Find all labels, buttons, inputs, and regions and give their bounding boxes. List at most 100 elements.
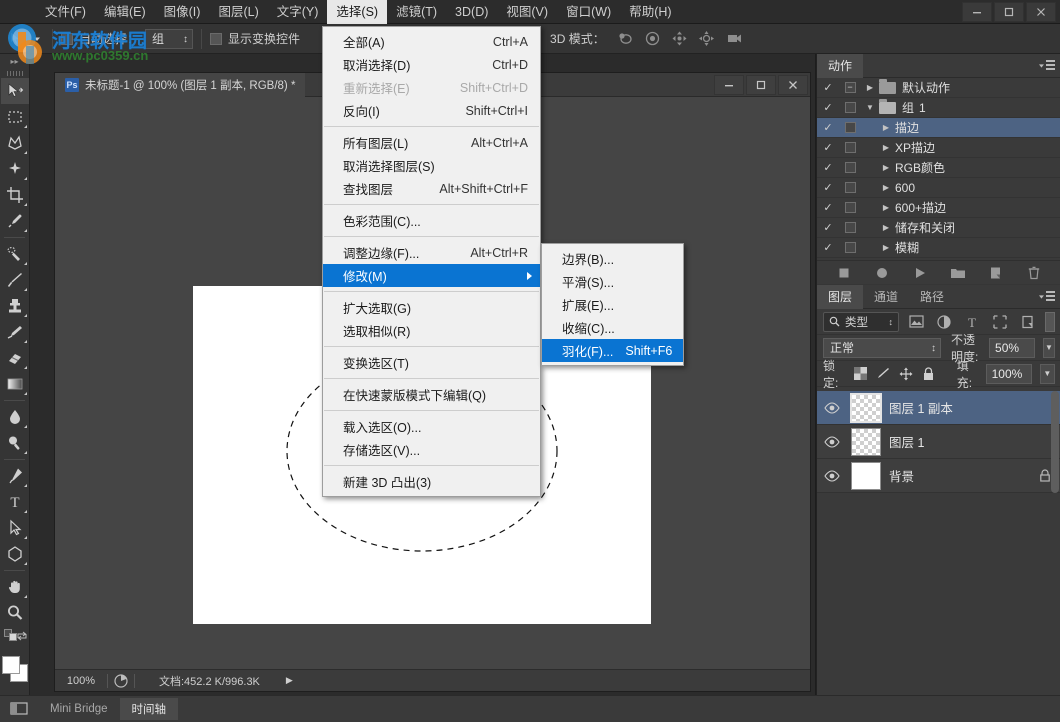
chevron-right-icon[interactable]: ▶ — [877, 163, 895, 172]
shape-filter-icon[interactable] — [989, 312, 1011, 332]
layer-row[interactable]: 图层 1 — [817, 425, 1060, 459]
modify-submenu-item[interactable]: 收缩(C)... — [542, 316, 683, 339]
eyedropper-tool[interactable] — [1, 208, 29, 234]
action-toggle-check-icon[interactable]: ✓ — [817, 141, 839, 154]
action-dialog-toggle-icon[interactable] — [839, 222, 861, 233]
chevron-right-icon[interactable]: ▶ — [877, 143, 895, 152]
select-menu-item[interactable]: 存储选区(V)... — [323, 438, 540, 461]
toolbar-drag-handle[interactable] — [0, 68, 29, 78]
fill-slider-trigger[interactable]: ▼ — [1040, 364, 1055, 384]
action-row[interactable]: ✓▶XP描边 — [817, 138, 1060, 158]
blur-tool[interactable] — [1, 404, 29, 430]
select-menu-item[interactable]: 新建 3D 凸出(3) — [323, 470, 540, 493]
document-preview-icon[interactable] — [108, 674, 134, 688]
path-selection-tool[interactable] — [1, 515, 29, 541]
opacity-value[interactable]: 50% — [989, 338, 1035, 358]
camera-3d-icon[interactable] — [723, 28, 745, 50]
eraser-tool[interactable] — [1, 345, 29, 371]
bottom-tab-1[interactable]: 时间轴 — [120, 698, 179, 720]
collapse-panel-icon[interactable]: ▸▸ — [0, 54, 29, 68]
menu-1[interactable]: 编辑(E) — [95, 0, 155, 24]
opacity-slider-trigger[interactable]: ▼ — [1043, 338, 1055, 358]
swap-colors-icon[interactable] — [0, 642, 29, 652]
select-menu-item[interactable]: 反向(I)Shift+Ctrl+I — [323, 99, 540, 122]
action-toggle-check-icon[interactable]: ✓ — [817, 181, 839, 194]
action-row[interactable]: ✓−▶默认动作 — [817, 78, 1060, 98]
layer-thumbnail[interactable] — [851, 394, 881, 422]
eye-icon[interactable] — [821, 436, 843, 448]
eye-icon[interactable] — [821, 402, 843, 414]
action-toggle-check-icon[interactable]: ✓ — [817, 81, 839, 94]
foreground-color-swatch[interactable] — [2, 656, 20, 674]
delete-icon[interactable] — [1026, 265, 1042, 281]
menu-3[interactable]: 图层(L) — [209, 0, 267, 24]
tab-0[interactable]: 图层 — [817, 285, 863, 309]
horizontal-type-tool[interactable]: T — [1, 489, 29, 515]
fill-value[interactable]: 100% — [986, 364, 1032, 384]
type-filter-icon[interactable]: T — [961, 312, 983, 332]
chevron-right-icon[interactable]: ▶ — [877, 183, 895, 192]
polygon-shape-tool[interactable] — [1, 541, 29, 567]
history-brush-tool[interactable] — [1, 319, 29, 345]
gradient-tool[interactable] — [1, 371, 29, 397]
layer-row[interactable]: 图层 1 副本 — [817, 391, 1060, 425]
pan-3d-icon[interactable] — [669, 28, 691, 50]
action-row[interactable]: ✓▶600 — [817, 178, 1060, 198]
close-button[interactable] — [1026, 2, 1056, 22]
status-expand-arrow-icon[interactable]: ▶ — [286, 675, 293, 686]
record-icon[interactable] — [874, 265, 890, 281]
pen-tool[interactable] — [1, 463, 29, 489]
action-row[interactable]: ✓▶储存和关闭 — [817, 218, 1060, 238]
maximize-button[interactable] — [994, 2, 1024, 22]
play-icon[interactable] — [912, 265, 928, 281]
rectangular-marquee-tool[interactable] — [1, 104, 29, 130]
document-tab[interactable]: Ps 未标题-1 @ 100% (图层 1 副本, RGB/8) * — [55, 73, 305, 97]
action-toggle-check-icon[interactable]: ✓ — [817, 221, 839, 234]
new-action-icon[interactable] — [988, 265, 1004, 281]
select-menu-item[interactable]: 选取相似(R) — [323, 319, 540, 342]
stop-icon[interactable] — [836, 265, 852, 281]
select-menu-item[interactable]: 取消选择图层(S) — [323, 154, 540, 177]
action-toggle-check-icon[interactable]: ✓ — [817, 201, 839, 214]
layers-panel-menu-icon[interactable] — [1039, 290, 1055, 304]
layer-filter-dropdown[interactable]: 类型 ↕ — [823, 312, 899, 332]
select-menu-item[interactable]: 全部(A)Ctrl+A — [323, 30, 540, 53]
action-toggle-check-icon[interactable]: ✓ — [817, 161, 839, 174]
crop-tool[interactable] — [1, 182, 29, 208]
menu-6[interactable]: 滤镜(T) — [387, 0, 446, 24]
select-menu-dropdown[interactable]: 全部(A)Ctrl+A取消选择(D)Ctrl+D重新选择(E)Shift+Ctr… — [322, 26, 541, 497]
chevron-down-icon[interactable]: ▼ — [861, 103, 879, 112]
action-row[interactable]: ✓▼组1 — [817, 98, 1060, 118]
spot-healing-brush-tool[interactable] — [1, 241, 29, 267]
menu-5[interactable]: 选择(S) — [327, 0, 387, 24]
hand-tool[interactable] — [1, 574, 29, 600]
menu-0[interactable]: 文件(F) — [36, 0, 95, 24]
modify-submenu-item[interactable]: 边界(B)... — [542, 247, 683, 270]
show-transform-controls-checkbox[interactable] — [210, 33, 222, 45]
actions-list[interactable]: ✓−▶默认动作✓▼组1✓▶描边✓▶XP描边✓▶RGB颜色✓▶600✓▶600+描… — [817, 78, 1060, 260]
eye-icon[interactable] — [821, 470, 843, 482]
select-menu-item[interactable]: 修改(M) — [323, 264, 540, 287]
clone-stamp-tool[interactable] — [1, 293, 29, 319]
action-row[interactable]: ✓▶模糊 — [817, 238, 1060, 258]
lasso-tool[interactable] — [1, 130, 29, 156]
action-dialog-toggle-icon[interactable] — [839, 122, 861, 133]
smart-object-filter-icon[interactable] — [1017, 312, 1039, 332]
lock-transparency-icon[interactable] — [852, 364, 869, 384]
menu-10[interactable]: 帮助(H) — [620, 0, 680, 24]
chevron-right-icon[interactable]: ▶ — [877, 243, 895, 252]
auto-select-scope-dropdown[interactable]: 组 — [145, 29, 193, 49]
action-row[interactable]: ✓▶600+描边 — [817, 198, 1060, 218]
action-toggle-check-icon[interactable]: ✓ — [817, 121, 839, 134]
tab-actions[interactable]: 动作 — [817, 54, 863, 78]
orbit-3d-icon[interactable] — [615, 28, 637, 50]
bottom-tab-0[interactable]: Mini Bridge — [38, 698, 120, 720]
lock-image-icon[interactable] — [875, 364, 892, 384]
select-menu-item[interactable]: 色彩范围(C)... — [323, 209, 540, 232]
color-swatches[interactable] — [0, 654, 30, 688]
select-menu-item[interactable]: 取消选择(D)Ctrl+D — [323, 53, 540, 76]
pixel-filter-icon[interactable] — [905, 312, 927, 332]
action-row[interactable]: ✓▶RGB颜色 — [817, 158, 1060, 178]
action-dialog-toggle-icon[interactable] — [839, 102, 861, 113]
chevron-right-icon[interactable]: ▶ — [861, 83, 879, 92]
